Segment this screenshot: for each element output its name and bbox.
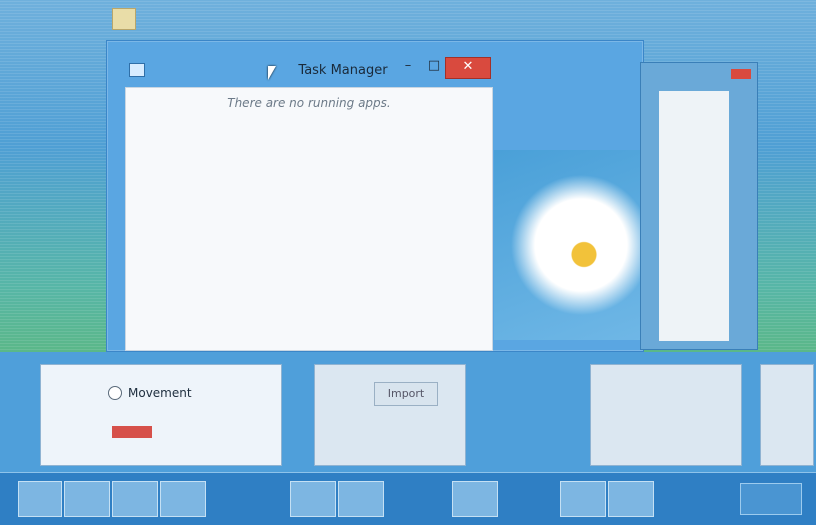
taskbar-button[interactable] [18, 481, 62, 517]
mouse-cursor [268, 66, 276, 80]
import-button[interactable]: Import [374, 382, 438, 406]
taskbar-button[interactable] [338, 481, 384, 517]
movement-option[interactable]: Movement [108, 382, 192, 404]
switcher-item[interactable] [40, 364, 282, 466]
taskbar-button[interactable] [290, 481, 336, 517]
desktop-shortcut-icon[interactable] [112, 8, 136, 30]
taskbar-button[interactable] [64, 481, 110, 517]
radio-icon[interactable] [108, 386, 122, 400]
taskbar-button[interactable] [452, 481, 498, 517]
taskbar [0, 472, 816, 525]
task-manager-icon [129, 63, 145, 77]
taskbar-button[interactable] [560, 481, 606, 517]
status-badge [112, 426, 152, 438]
title-bar[interactable]: Task Manager – □ ✕ [107, 41, 643, 85]
maximize-button[interactable]: □ [421, 57, 447, 77]
empty-state-message: There are no running apps. [227, 96, 391, 110]
taskbar-button[interactable] [112, 481, 158, 517]
window-switcher [0, 352, 816, 472]
close-button[interactable]: ✕ [445, 57, 491, 79]
close-icon[interactable] [731, 69, 751, 79]
switcher-item[interactable] [590, 364, 742, 466]
system-tray[interactable] [740, 483, 802, 515]
switcher-item[interactable] [760, 364, 814, 466]
taskbar-button[interactable] [160, 481, 206, 517]
wallpaper-flower-image [494, 150, 644, 340]
taskbar-button[interactable] [608, 481, 654, 517]
background-window-thumbnail[interactable] [640, 62, 758, 350]
minimize-button[interactable]: – [395, 57, 421, 77]
switcher-item[interactable] [314, 364, 466, 466]
app-list-pane[interactable]: There are no running apps. [125, 87, 493, 351]
movement-label: Movement [128, 386, 192, 400]
window-content-pane [659, 91, 729, 341]
